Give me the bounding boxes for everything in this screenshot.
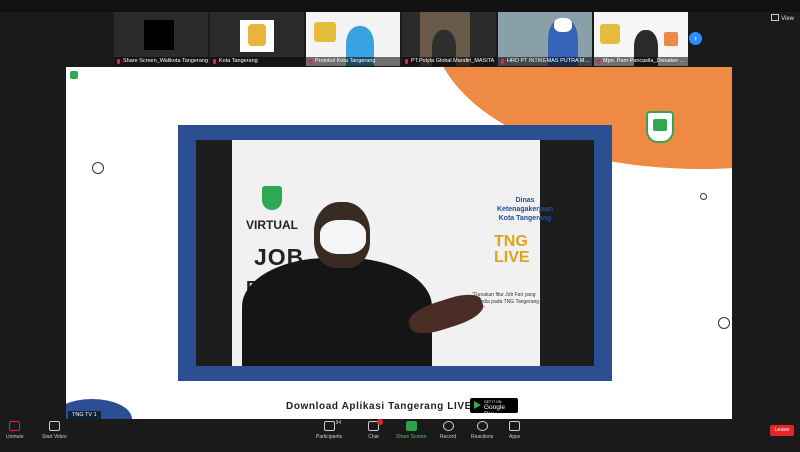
meeting-toolbar: Unmute Start Video 94 Participants Chat … [0,419,800,452]
participant-name: Share Screen_Walikota Tangerang [114,57,208,66]
apps-icon [509,421,521,431]
active-speaker-label: TNG TV 1 [68,411,101,419]
gallery-next-button[interactable]: › [689,32,702,45]
play-store-icon [474,401,481,409]
backdrop-quote-text: "Gunakan fitur Job Fair yang tersedia pa… [472,292,540,312]
chat-button[interactable]: Chat [368,419,383,440]
shared-screen: VIRTUAL JOB FAIR Dinas Ketenagakerjaan K… [66,67,732,419]
participant-tile[interactable]: PT.Polyta Global Mandiri_MASITA [402,12,496,66]
reactions-icon [476,421,488,431]
apps-button[interactable]: Apps [509,421,520,440]
google-play-badge: GET IT ON Google Play [470,398,518,418]
participant-tile[interactable]: Mpn. Pam Pancasila_Disnaker Kota... [594,12,688,66]
slide-video-frame: VIRTUAL JOB FAIR Dinas Ketenagakerjaan K… [178,125,612,381]
decor-ring [718,317,730,329]
participants-icon: 94 [323,420,341,431]
participant-name: Kota Tangerang [210,57,304,66]
presenter-mask [320,220,366,254]
grid-view-icon [771,14,780,21]
shield-icon [70,71,78,79]
presenter-body [242,258,432,366]
presenter-video: VIRTUAL JOB FAIR Dinas Ketenagakerjaan K… [196,140,594,366]
participants-button[interactable]: 94 Participants [316,420,342,440]
participant-name: HRD PT INTIKEMAS PUTRA MAK... [498,57,592,66]
share-screen-icon [405,421,417,431]
participant-gallery: Share Screen_Walikota Tangerang Kota Tan… [114,12,688,66]
decor-ring [700,193,707,200]
participant-name: Protokol Kota Tangerang [306,57,400,66]
participant-name: Mpn. Pam Pancasila_Disnaker Kota... [594,57,688,66]
participant-name: PT.Polyta Global Mandiri_MASITA [402,57,496,66]
backdrop-emblem [262,186,282,210]
participant-tile[interactable]: Kota Tangerang [210,12,304,66]
microphone-muted-icon [9,421,21,431]
participant-tile[interactable]: Protokol Kota Tangerang [306,12,400,66]
chat-icon [368,419,383,431]
chevron-right-icon: › [694,33,697,43]
participant-video [144,20,174,50]
view-button[interactable]: View [771,14,794,22]
backdrop-virtual-text: VIRTUAL [246,218,298,232]
share-screen-button[interactable]: Share Screen [396,421,427,440]
record-button[interactable]: Record [440,421,456,440]
video-camera-icon [48,421,60,431]
record-icon [442,421,454,431]
participant-tile[interactable]: Share Screen_Walikota Tangerang [114,12,208,66]
leave-button[interactable]: Leave [770,425,794,436]
city-emblem [646,111,674,143]
window-top-bar [0,0,800,12]
decor-ring [92,162,104,174]
backdrop-tng-live-text: TNG LIVE [494,233,530,266]
start-video-button[interactable]: Start Video [42,421,67,440]
backdrop-dinas-text: Dinas Ketenagakerjaan Kota Tangerang [496,197,554,222]
download-app-text: Download Aplikasi Tangerang LIVE [286,401,472,412]
unmute-button[interactable]: Unmute [6,421,24,440]
chat-unread-badge [377,419,383,425]
reactions-button[interactable]: Reactions [471,421,493,440]
participant-tile[interactable]: HRD PT INTIKEMAS PUTRA MAK... [498,12,592,66]
participant-logo [240,20,274,52]
